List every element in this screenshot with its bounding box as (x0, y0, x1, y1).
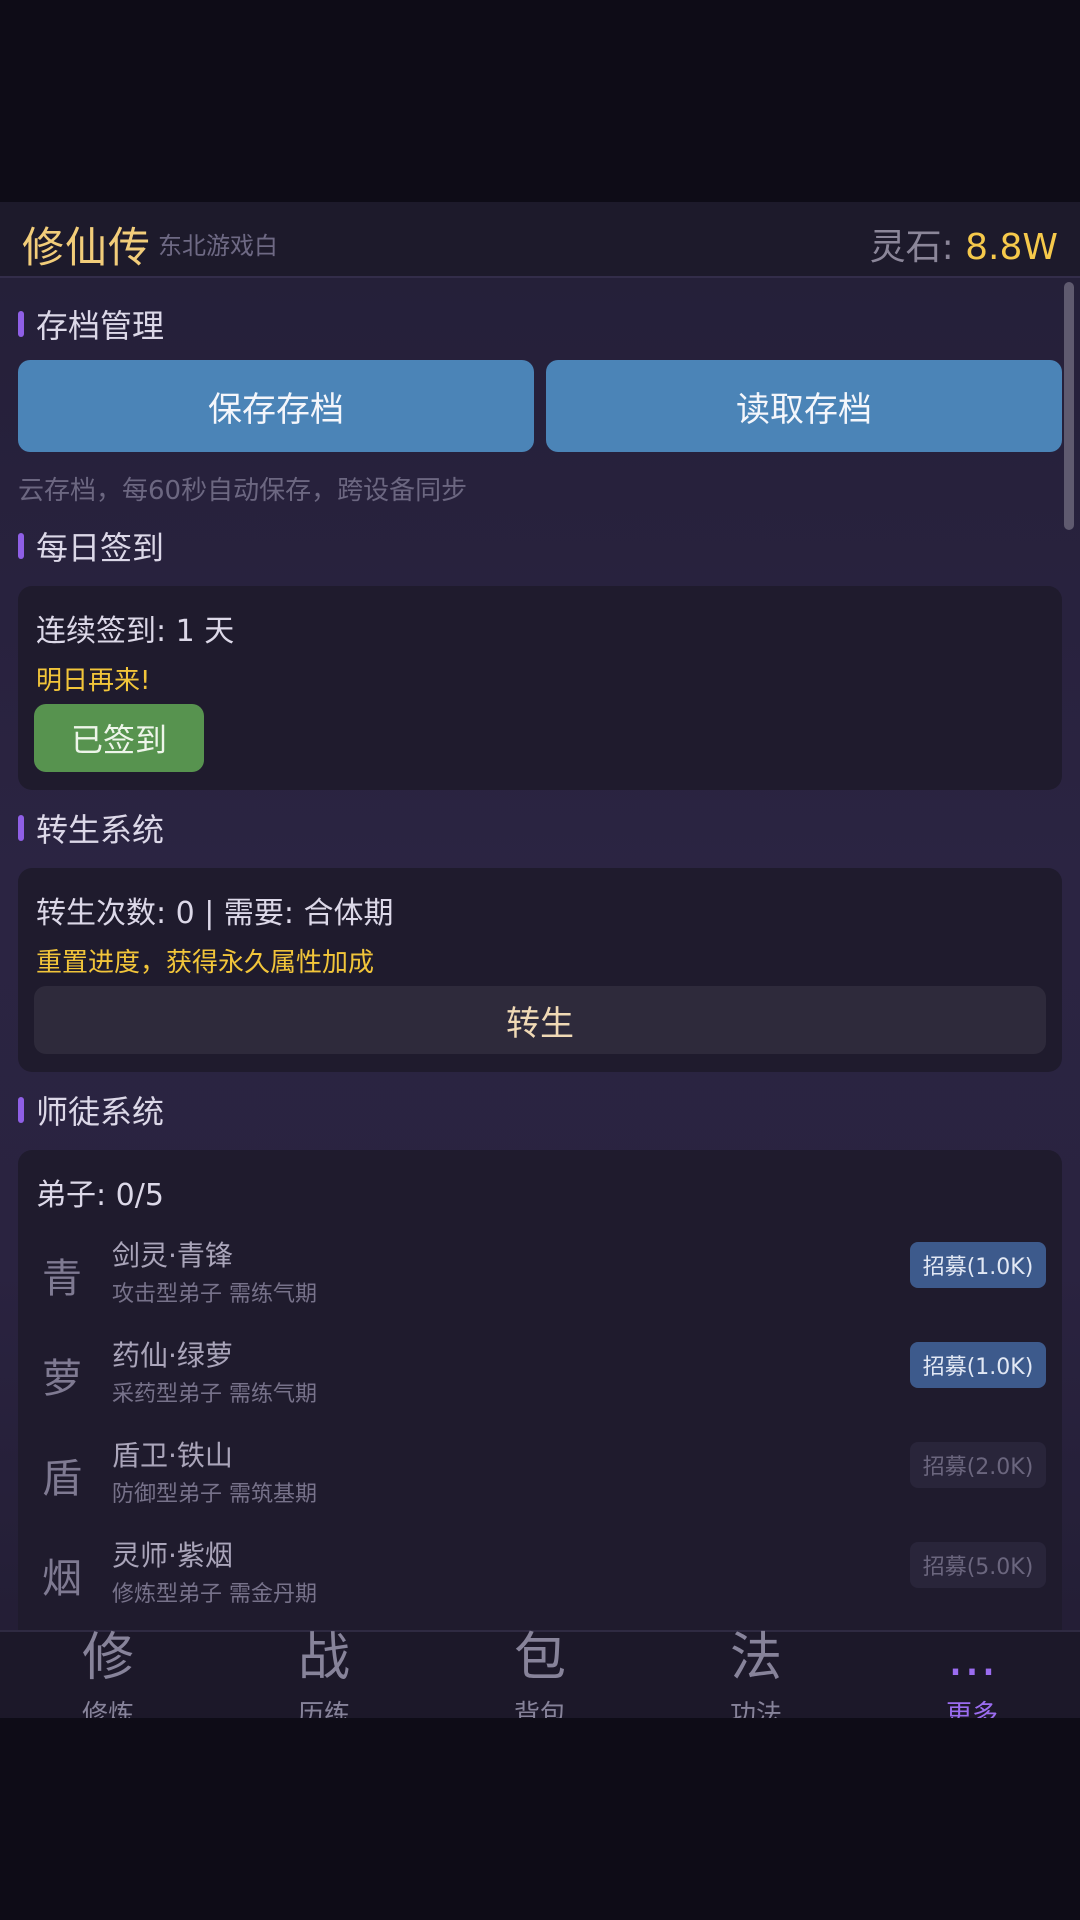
nav-skills[interactable]: 法 功法 (648, 1628, 864, 1718)
nav-label: 更多 (945, 1700, 998, 1718)
section-rebirth: 转生系统 (18, 810, 164, 849)
checkin-card: 连续签到: 1 天 明日再来! 已签到 (18, 586, 1062, 790)
rebirth-desc: 重置进度，获得永久属性加成 (36, 948, 375, 978)
top-bar: 修仙传 东北游戏白 灵石: 8.8W (0, 202, 1080, 278)
app-subtitle: 东北游戏白 (158, 232, 278, 260)
section-save: 存档管理 (18, 306, 164, 345)
disciple-row: 萝 药仙·绿萝 采药型弟子 需练气期 招募(1.0K) (36, 1332, 1046, 1412)
save-hint: 云存档，每60秒自动保存，跨设备同步 (18, 476, 468, 506)
currency-label: 灵石: (869, 227, 966, 268)
disciple-name: 盾卫·铁山 (112, 1439, 233, 1472)
spirit-stone-counter: 灵石: 8.8W (870, 218, 1058, 270)
disciple-name: 药仙·绿萝 (112, 1339, 233, 1372)
disciple-name: 剑灵·青锋 (112, 1239, 233, 1272)
disciple-avatar: 盾 (42, 1456, 82, 1502)
disciple-avatar: 青 (42, 1256, 82, 1302)
nav-label: 历练 (297, 1700, 350, 1718)
section-title: 存档管理 (36, 307, 165, 345)
section-accent (18, 311, 24, 337)
section-checkin: 每日签到 (18, 528, 164, 567)
game-frame: 修仙传 东北游戏白 灵石: 8.8W 存档管理 保存存档 读取存档 云存档，每6… (0, 202, 1080, 1718)
save-button[interactable]: 保存存档 (18, 360, 534, 452)
nav-cultivate[interactable]: 修 修炼 (0, 1628, 216, 1718)
disciple-count: 弟子: 0/5 (36, 1178, 164, 1213)
section-title: 每日签到 (36, 529, 165, 567)
recruit-button[interactable]: 招募(1.0K) (910, 1242, 1046, 1288)
disciple-desc: 防御型弟子 需筑基期 (112, 1482, 317, 1507)
recruit-button[interactable]: 招募(5.0K) (910, 1542, 1046, 1588)
nav-backpack[interactable]: 包 背包 (432, 1628, 648, 1718)
load-button[interactable]: 读取存档 (546, 360, 1062, 452)
section-accent (18, 1097, 24, 1123)
nav-label: 修炼 (81, 1700, 134, 1718)
more-icon: ... (947, 1628, 997, 1688)
battle-icon: 战 (297, 1628, 350, 1688)
bag-icon: 包 (513, 1628, 566, 1688)
nav-label: 背包 (513, 1700, 566, 1718)
disciple-desc: 采药型弟子 需练气期 (112, 1382, 317, 1407)
currency-value: 8.8W (965, 227, 1058, 268)
section-title: 转生系统 (36, 811, 165, 849)
checkin-message: 明日再来! (36, 666, 151, 696)
disciple-name: 灵师·紫烟 (112, 1539, 233, 1572)
scrollbar[interactable] (1064, 282, 1074, 530)
bottom-nav: 修 修炼 战 历练 包 背包 法 功法 ... 更多 (0, 1628, 1080, 1718)
mentor-card: 弟子: 0/5 青 剑灵·青锋 攻击型弟子 需练气期 招募(1.0K) 萝 药仙… (18, 1150, 1062, 1670)
section-accent (18, 533, 24, 559)
disciple-desc: 攻击型弟子 需练气期 (112, 1282, 317, 1307)
skill-icon: 法 (729, 1628, 782, 1688)
rebirth-info: 转生次数: 0 | 需要: 合体期 (36, 896, 394, 931)
section-mentor: 师徒系统 (18, 1092, 164, 1131)
checkin-button[interactable]: 已签到 (34, 704, 204, 772)
section-title: 师徒系统 (36, 1093, 165, 1131)
disciple-row: 青 剑灵·青锋 攻击型弟子 需练气期 招募(1.0K) (36, 1232, 1046, 1312)
nav-more[interactable]: ... 更多 (864, 1628, 1080, 1718)
disciple-desc: 修炼型弟子 需金丹期 (112, 1582, 317, 1607)
recruit-button[interactable]: 招募(1.0K) (910, 1342, 1046, 1388)
cultivate-icon: 修 (81, 1628, 134, 1688)
app-title: 修仙传 (22, 223, 152, 272)
rebirth-card: 转生次数: 0 | 需要: 合体期 重置进度，获得永久属性加成 转生 (18, 868, 1062, 1072)
disciple-avatar: 烟 (42, 1556, 82, 1602)
section-accent (18, 815, 24, 841)
disciple-row: 盾 盾卫·铁山 防御型弟子 需筑基期 招募(2.0K) (36, 1432, 1046, 1512)
rebirth-button[interactable]: 转生 (34, 986, 1046, 1054)
disciple-row: 烟 灵师·紫烟 修炼型弟子 需金丹期 招募(5.0K) (36, 1532, 1046, 1612)
recruit-button[interactable]: 招募(2.0K) (910, 1442, 1046, 1488)
nav-label: 功法 (729, 1700, 782, 1718)
checkin-streak: 连续签到: 1 天 (36, 614, 235, 649)
disciple-avatar: 萝 (42, 1356, 82, 1402)
nav-adventure[interactable]: 战 历练 (216, 1628, 432, 1718)
